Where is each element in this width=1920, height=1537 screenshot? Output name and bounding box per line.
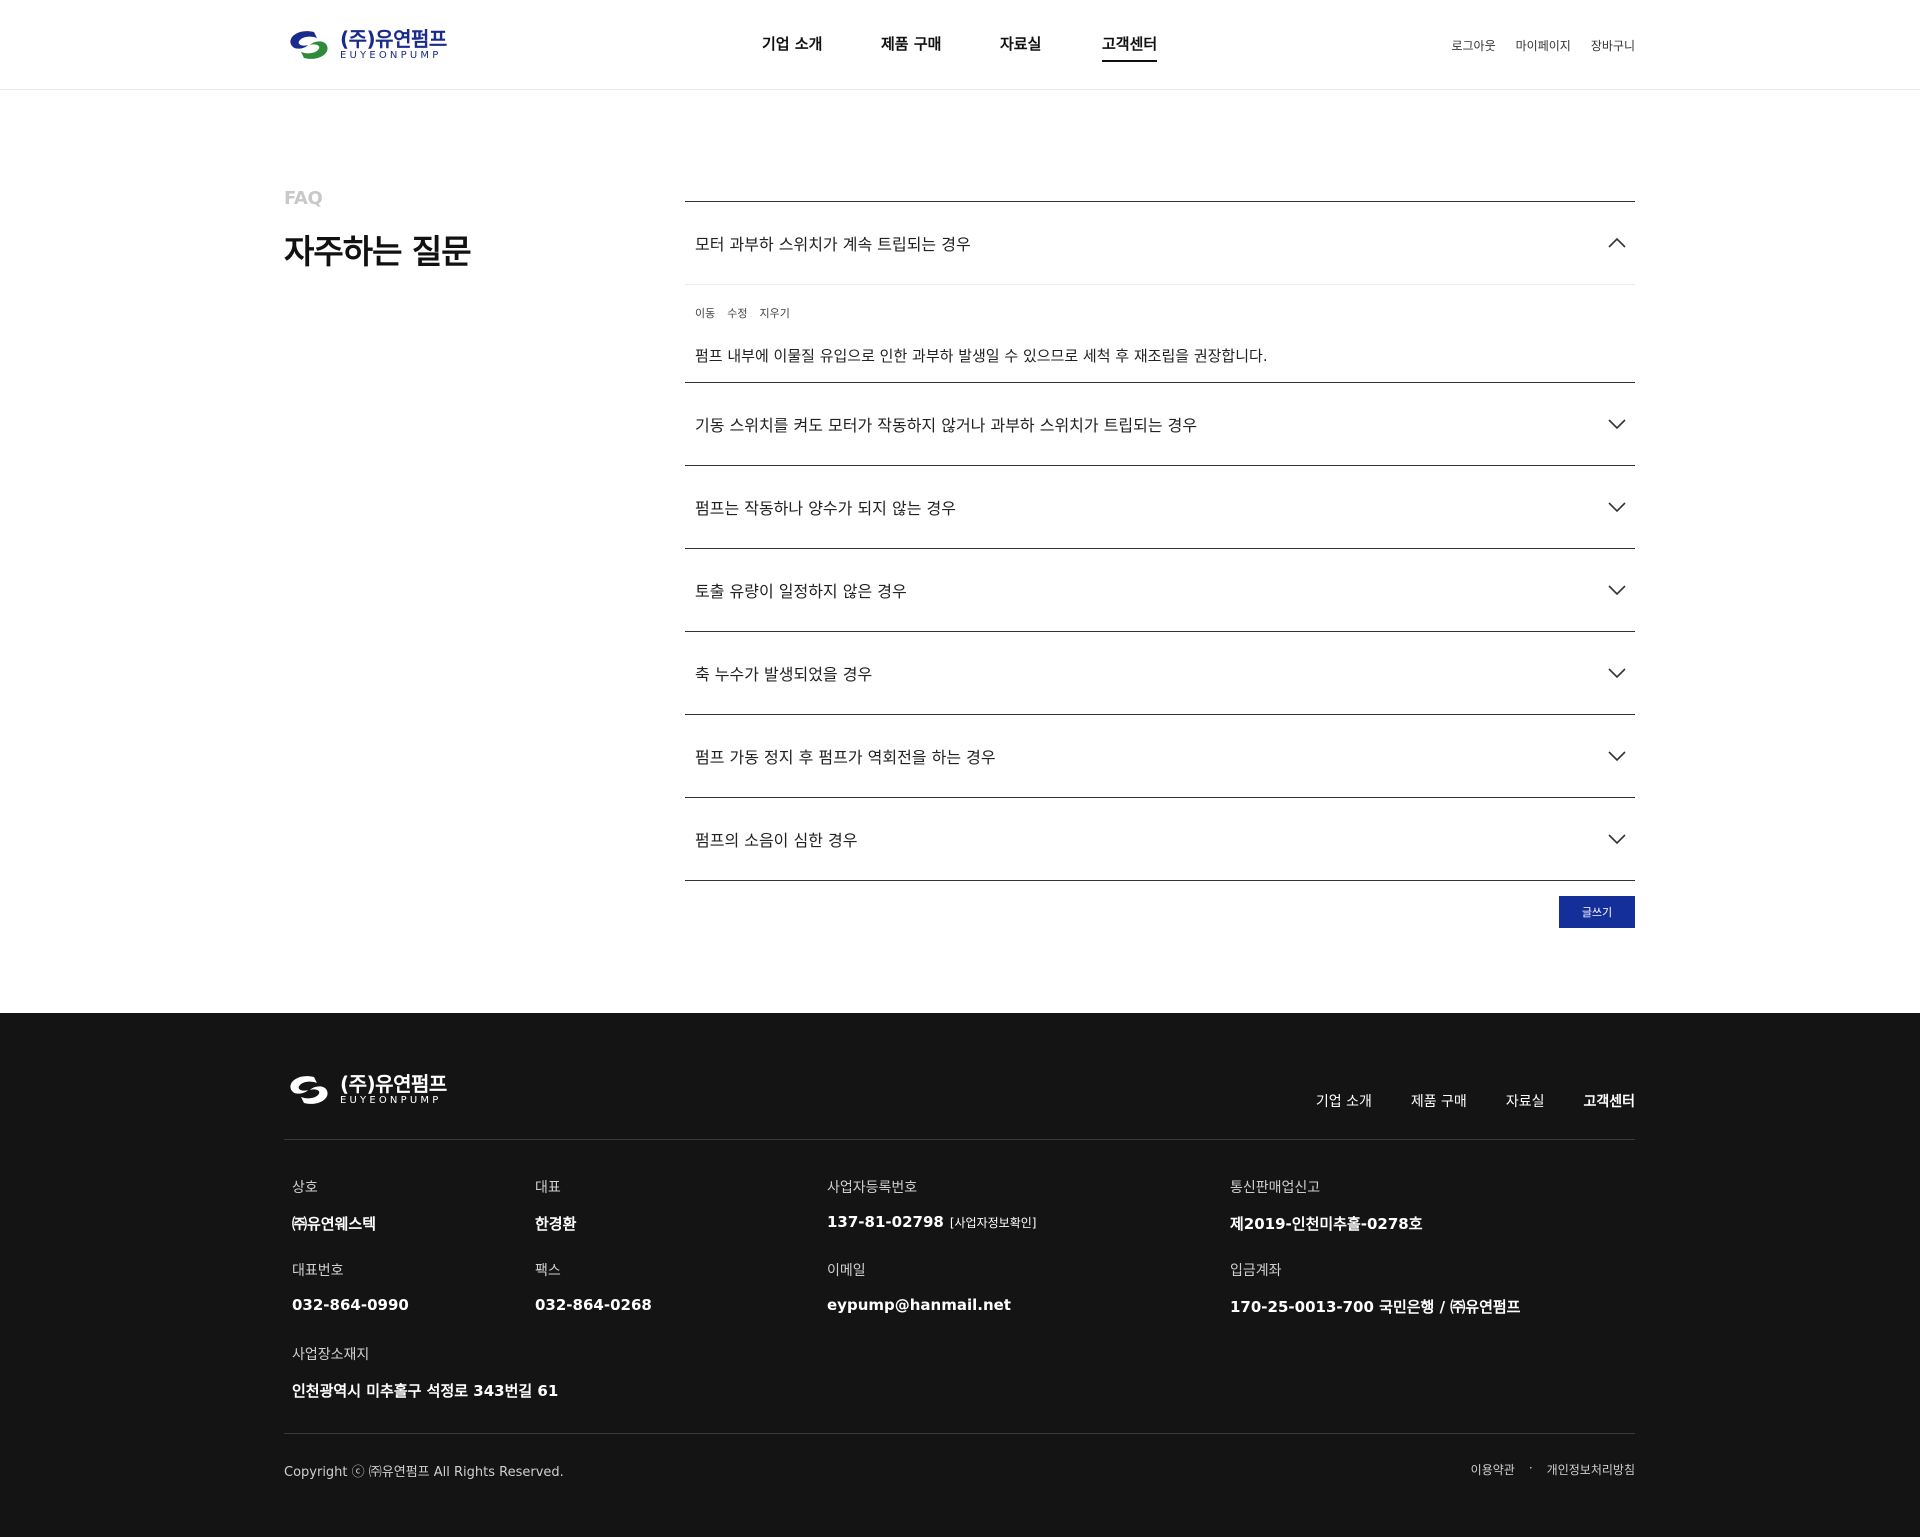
info-fax: 팩스 032-864-0268 [535,1263,652,1314]
faq-question: 펌프의 소음이 심한 경우 [695,831,858,850]
info-mail-order: 통신판매업신고 제2019-인천미추홀-0278호 [1230,1180,1423,1233]
chevron-down-icon[interactable] [1607,416,1627,432]
site-footer: (주)유연펌프 EUYEONPUMP 기업 소개 제품 구매 자료실 고객센터 … [0,1013,1920,1537]
company-info: 상호 ㈜유연웨스텍 대표 한경환 사업자등록번호 137-81-02798 [사업… [292,1177,1632,1437]
faq-item: 모터 과부하 스위치가 계속 트립되는 경우 이동 수정 지우기 펌프 내부에 … [685,202,1635,383]
footer-divider [284,1433,1635,1434]
faq-eyebrow: FAQ [284,188,323,209]
chevron-down-icon[interactable] [1607,499,1627,515]
edit-link[interactable]: 수정 [727,305,747,321]
policy-separator: · [1528,1461,1533,1475]
chevron-up-icon[interactable] [1607,235,1627,251]
nav-item-about[interactable]: 기업 소개 [762,33,822,54]
info-phone: 대표번호 032-864-0990 [292,1263,409,1314]
footer-logo-name-en: EUYEONPUMP [340,1095,442,1106]
footer-nav-products[interactable]: 제품 구매 [1411,1091,1467,1111]
chevron-down-icon[interactable] [1607,831,1627,847]
faq-question: 펌프는 작동하나 양수가 되지 않는 경우 [695,499,956,518]
chevron-down-icon[interactable] [1607,748,1627,764]
info-company: 상호 ㈜유연웨스텍 [292,1180,377,1233]
faq-question: 기동 스위치를 켜도 모터가 작동하지 않거나 과부하 스위치가 트립되는 경우 [695,416,1198,435]
logout-link[interactable]: 로그아웃 [1451,37,1495,54]
footer-logo[interactable]: (주)유연펌프 EUYEONPUMP [284,1073,447,1107]
faq-question-toggle[interactable]: 모터 과부하 스위치가 계속 트립되는 경우 [685,202,1635,285]
chevron-down-icon[interactable] [1607,582,1627,598]
faq-item: 펌프 가동 정지 후 펌프가 역회전을 하는 경우 [685,715,1635,798]
faq-question: 모터 과부하 스위치가 계속 트립되는 경우 [695,235,971,254]
nav-item-archive[interactable]: 자료실 [1000,33,1041,54]
write-button[interactable]: 글쓰기 [1559,896,1635,928]
faq-item: 기동 스위치를 켜도 모터가 작동하지 않거나 과부하 스위치가 트립되는 경우 [685,383,1635,466]
info-email: 이메일 eypump@hanmail.net [827,1263,1011,1314]
nav-item-support[interactable]: 고객센터 [1102,33,1158,62]
footer-nav: 기업 소개 제품 구매 자료실 고객센터 [1316,1091,1635,1111]
faq-question-toggle[interactable]: 펌프 가동 정지 후 펌프가 역회전을 하는 경우 [685,715,1635,797]
faq-item: 토출 유량이 일정하지 않은 경우 [685,549,1635,632]
faq-question-toggle[interactable]: 펌프의 소음이 심한 경우 [685,798,1635,880]
faq-list: 모터 과부하 스위치가 계속 트립되는 경우 이동 수정 지우기 펌프 내부에 … [685,201,1635,881]
footer-logo-name-kr: (주)유연펌프 [340,1072,447,1096]
info-address: 사업장소재지 인천광역시 미추홀구 석정로 343번길 61 [292,1347,559,1400]
faq-item: 펌프는 작동하나 양수가 되지 않는 경우 [685,466,1635,549]
info-ceo: 대표 한경환 [535,1180,577,1233]
faq-question-toggle[interactable]: 펌프는 작동하나 양수가 되지 않는 경우 [685,466,1635,548]
privacy-link[interactable]: 개인정보처리방침 [1547,1461,1635,1478]
biz-info-check-link[interactable]: [사업자정보확인] [950,1216,1037,1230]
faq-question: 펌프 가동 정지 후 펌프가 역회전을 하는 경우 [695,748,996,767]
nav-item-products[interactable]: 제품 구매 [881,33,941,54]
move-link[interactable]: 이동 [695,305,715,321]
faq-item: 펌프의 소음이 심한 경우 [685,798,1635,881]
faq-answer: 이동 수정 지우기 펌프 내부에 이물질 유입으로 인한 과부하 발생일 수 있… [685,285,1635,382]
faq-item: 축 누수가 발생되었을 경우 [685,632,1635,715]
util-menu: 로그아웃 마이페이지 장바구니 [1451,37,1635,54]
footer-nav-about[interactable]: 기업 소개 [1316,1091,1372,1111]
policy-links: 이용약관 · 개인정보처리방침 [1471,1461,1635,1478]
page-title: 자주하는 질문 [284,232,472,271]
footer-nav-support[interactable]: 고객센터 [1583,1091,1635,1111]
info-account: 입금계좌 170-25-0013-700 국민은행 / ㈜유연펌프 [1230,1263,1521,1316]
faq-question: 축 누수가 발생되었을 경우 [695,665,873,684]
info-biz-no: 사업자등록번호 137-81-02798 [사업자정보확인] [827,1180,1037,1231]
faq-question-toggle[interactable]: 기동 스위치를 켜도 모터가 작동하지 않거나 과부하 스위치가 트립되는 경우 [685,383,1635,465]
faq-question-toggle[interactable]: 축 누수가 발생되었을 경우 [685,632,1635,714]
faq-question: 토출 유량이 일정하지 않은 경우 [695,582,907,601]
faq-heading: FAQ 자주하는 질문 [284,188,472,273]
terms-link[interactable]: 이용약관 [1471,1461,1515,1478]
site-header: (주)유연펌프 EUYEONPUMP 기업 소개 제품 구매 자료실 고객센터 … [0,0,1920,90]
footer-divider [284,1139,1635,1140]
logo-mark-icon [290,1076,328,1104]
cart-link[interactable]: 장바구니 [1591,37,1635,54]
faq-question-toggle[interactable]: 토출 유량이 일정하지 않은 경우 [685,549,1635,631]
delete-link[interactable]: 지우기 [760,305,790,321]
copyright: Copyright ⓒ ㈜유연펌프 All Rights Reserved. [284,1465,564,1480]
chevron-down-icon[interactable] [1607,665,1627,681]
answer-text: 펌프 내부에 이물질 유입으로 인한 과부하 발생일 수 있으므로 세척 후 재… [695,347,1268,365]
mypage-link[interactable]: 마이페이지 [1516,37,1571,54]
footer-nav-archive[interactable]: 자료실 [1506,1091,1545,1111]
admin-links: 이동 수정 지우기 [695,305,1625,321]
